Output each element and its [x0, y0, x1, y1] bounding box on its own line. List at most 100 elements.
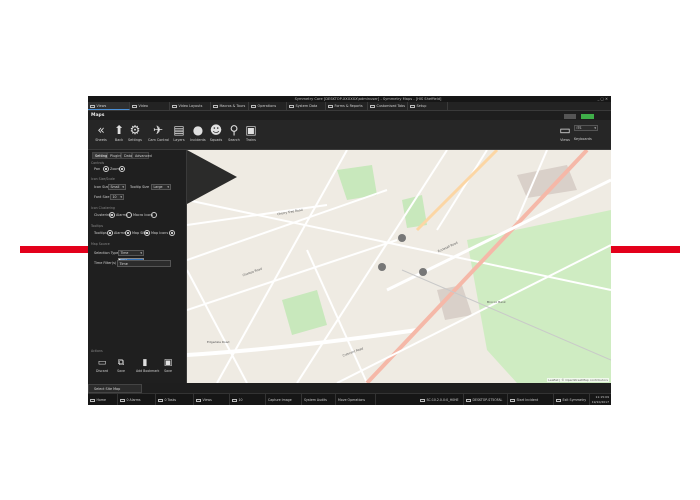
tab-plugins[interactable]: Plugins	[107, 152, 122, 159]
pan-radio[interactable]	[103, 166, 109, 172]
tab-label: Customised Tabs	[376, 104, 406, 108]
cam-control-button[interactable]: ✈ Cam Control	[148, 122, 169, 147]
zoom-radio[interactable]	[119, 166, 125, 172]
tab-operations[interactable]: Operations	[249, 102, 287, 110]
tasks-button[interactable]: 0 Tasks	[156, 394, 194, 405]
capture-image-button[interactable]: Capture Image	[266, 394, 302, 405]
tooltip-size-select[interactable]: Large	[151, 184, 171, 190]
tab-label: System Data	[295, 104, 318, 108]
tooltips-group-label: Tooltips	[91, 224, 104, 228]
start-incident-button[interactable]: Start Incident	[508, 394, 554, 405]
tooltips-map-sites-radio[interactable]	[125, 230, 131, 236]
close-icon	[556, 398, 561, 402]
trains-button[interactable]: ▣ Trains	[241, 122, 261, 147]
selection-type-select[interactable]: Time	[118, 250, 144, 256]
move-operations-button[interactable]: Move Operations	[336, 394, 376, 405]
views-select[interactable]: ITS	[574, 125, 598, 131]
map-view[interactable]: Edgedale Road Ecclesall Road Chelsea Roa…	[187, 150, 611, 383]
layers-icon: ▤	[173, 123, 185, 137]
save-button[interactable]: ▣ Save	[159, 358, 177, 373]
operations-icon	[251, 104, 256, 108]
layers-button[interactable]: ▤ Layers	[169, 122, 189, 147]
time-filter-input[interactable]: Time	[117, 260, 171, 267]
button-label: Views	[560, 138, 570, 142]
squads-icon: ☻	[209, 123, 223, 137]
section-title: Maps	[91, 113, 105, 118]
tab-label: Operations	[257, 104, 277, 108]
tab-video[interactable]: Video	[130, 102, 170, 110]
status-bar: Home 0 Alarms 0 Tasks Views 10 Capture I…	[88, 393, 611, 405]
incidents-button[interactable]: ● Incidents	[188, 122, 208, 147]
red-accent-bar-left	[20, 246, 88, 253]
save-icon: ▣	[163, 358, 173, 368]
views-status-button[interactable]: Views	[194, 394, 230, 405]
tooltips-map-icons-radio[interactable]	[144, 230, 150, 236]
tooltips-extra-radio[interactable]	[169, 230, 175, 236]
views-button[interactable]: ▭ Views	[555, 122, 575, 147]
clustering-macro-radio[interactable]	[126, 212, 132, 218]
tab-macros-tours[interactable]: Macros & Tours	[211, 102, 249, 110]
clock-date: 19/10/2017	[591, 399, 609, 404]
tab-setup[interactable]: Setup	[408, 102, 448, 110]
save-as-button[interactable]: ⧉ Save	[112, 358, 130, 373]
pan-label: Pan	[94, 167, 101, 171]
status-label: Views	[202, 398, 212, 402]
tab-data[interactable]: Data	[121, 152, 132, 159]
alarms-button[interactable]: 0 Alarms	[118, 394, 156, 405]
button-label: Trains	[246, 138, 256, 142]
tooltip-size-label: Tooltip Size	[130, 185, 150, 189]
system-audits-button[interactable]: System Audits	[302, 394, 336, 405]
status-label: 0 Tasks	[164, 398, 177, 402]
tab-label: Video	[138, 104, 149, 108]
discard-button[interactable]: ▭ Discard	[93, 358, 111, 373]
monitor-icon	[90, 104, 95, 108]
tab-views[interactable]: Views	[88, 102, 130, 110]
tab-video-layouts[interactable]: Video Layouts	[170, 102, 211, 110]
server-status: SC:10.2.0.0:0_H0HE	[418, 394, 464, 405]
sheets-button[interactable]: «Sheets	[91, 122, 111, 147]
tab-label: Macros & Tours	[219, 104, 246, 108]
status-label: 0 Alarms	[126, 398, 141, 402]
home-button[interactable]: Home	[88, 394, 118, 405]
tab-system-data[interactable]: System Data	[287, 102, 326, 110]
tooltips-alarms-radio[interactable]	[107, 230, 113, 236]
red-accent-bar-right	[611, 246, 680, 253]
select-site-map-tab[interactable]: Select Site Map	[88, 384, 142, 393]
status-label: Start Incident	[516, 398, 539, 402]
controls-group-label: Controls	[91, 161, 105, 165]
favourites-button[interactable]: 10	[230, 394, 266, 405]
tab-customised[interactable]: Customised Tabs	[368, 102, 408, 110]
font-size-select[interactable]: 10	[110, 194, 124, 200]
tab-advanced[interactable]: Advanced	[132, 152, 152, 159]
icon-size-select[interactable]: Small	[108, 184, 126, 190]
keyboards-button[interactable]: Keyboards	[574, 137, 592, 141]
report-icon	[328, 104, 333, 108]
home-icon	[90, 398, 95, 402]
tab-label: Views	[96, 104, 107, 108]
tab-forms-reports[interactable]: Forms & Reports	[326, 102, 368, 110]
wrench-icon	[410, 104, 415, 108]
clustering-extra-radio[interactable]	[151, 212, 157, 218]
street-map	[187, 150, 611, 383]
button-label: Layers	[173, 138, 185, 142]
icon-size-label: Icon Size	[94, 185, 110, 189]
discard-icon: ▭	[97, 358, 107, 368]
settings-button[interactable]: ⚙ Settings	[125, 122, 145, 147]
database-icon	[289, 104, 294, 108]
macro-icon	[213, 104, 218, 108]
bookmark-icon: ▮	[142, 358, 148, 368]
tooltips-map-icons-label: Map Icons	[151, 231, 169, 235]
add-bookmark-button[interactable]: ▮ Add Bookmark	[136, 358, 159, 373]
tab-settings[interactable]: Settings	[92, 152, 109, 159]
button-label: Incidents	[190, 138, 206, 142]
map-settings-panel: Settings Plugins Data Advanced Controls …	[88, 150, 187, 383]
layout-toggle[interactable]	[564, 114, 576, 119]
tasks-icon	[158, 398, 163, 402]
squads-button[interactable]: ☻ Squads	[206, 122, 226, 147]
clustering-alarms-radio[interactable]	[109, 212, 115, 218]
exit-symmetry-button[interactable]: Exit Symmetry	[554, 394, 590, 405]
play-video-icon[interactable]	[187, 150, 237, 204]
chevrons-left-icon: «	[97, 123, 105, 137]
map-attribution[interactable]: Leaflet | © OpenStreetMap contributors	[547, 378, 609, 382]
selection-type-label: Selection Type	[94, 251, 119, 255]
